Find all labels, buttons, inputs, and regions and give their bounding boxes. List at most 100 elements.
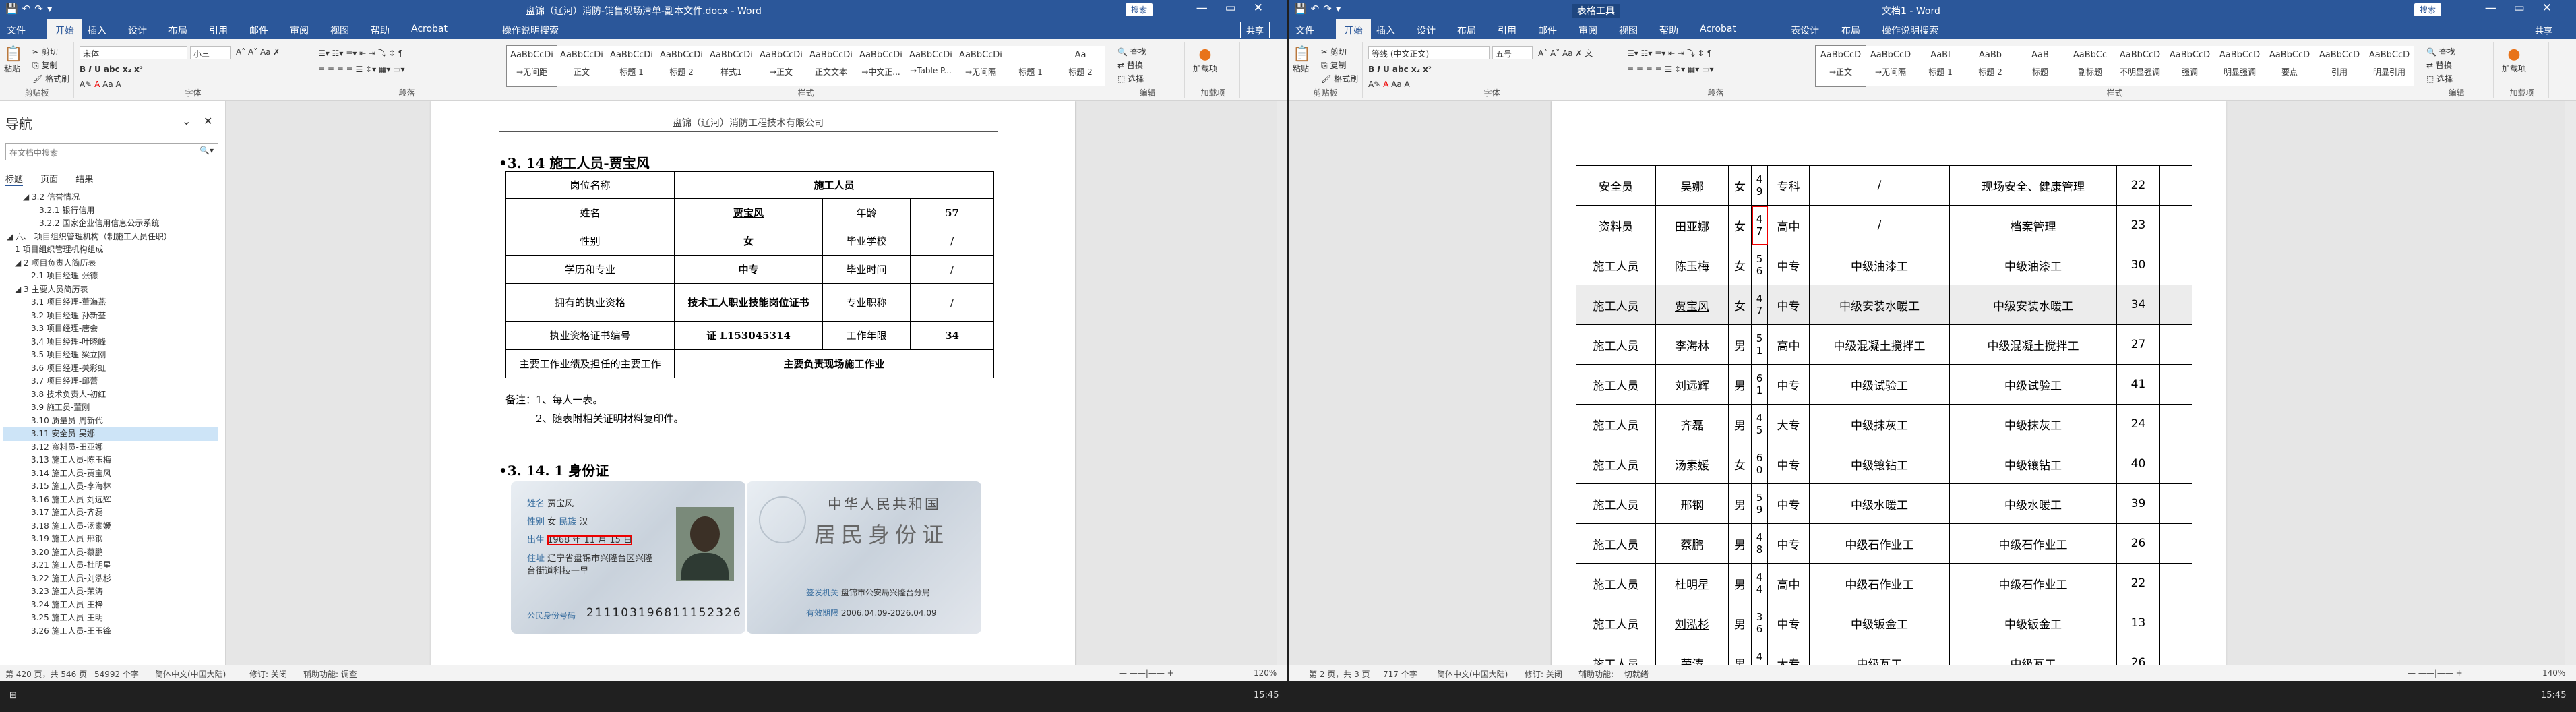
font-name-combo[interactable]: 宋体 bbox=[80, 46, 187, 59]
cell[interactable]: 拥有的执业资格 bbox=[505, 283, 675, 322]
table-cell[interactable]: 施工人员 bbox=[1576, 643, 1656, 665]
nav-heading-item[interactable]: 3.10 质量员-周新代 bbox=[3, 415, 218, 428]
paste-button[interactable]: 📋 粘贴 bbox=[1293, 46, 1311, 74]
table-cell[interactable] bbox=[2159, 205, 2192, 245]
nav-heading-item[interactable]: 1 项目组织管理机构组成 bbox=[3, 243, 218, 257]
search-button[interactable]: 搜索 bbox=[2414, 3, 2442, 16]
menu-tab[interactable]: 视图 bbox=[330, 24, 349, 37]
table-cell[interactable]: 36 bbox=[1751, 603, 1768, 643]
menu-tab[interactable]: 邮件 bbox=[249, 24, 268, 37]
table-cell[interactable]: 中专 bbox=[1767, 285, 1810, 325]
table-cell[interactable] bbox=[2159, 245, 2192, 285]
table-cell[interactable] bbox=[2159, 523, 2192, 564]
cell[interactable]: 证 L153045314 bbox=[674, 321, 823, 350]
table-cell[interactable]: 男 bbox=[1728, 404, 1752, 444]
table-cell[interactable]: 女 bbox=[1728, 165, 1752, 206]
style-gallery-item[interactable]: AaBbCcDi →无间隔 bbox=[956, 46, 1006, 86]
addin-button[interactable]: ● 加载项 bbox=[1193, 46, 1217, 74]
nav-heading-item[interactable]: 3.4 项目经理-叶晓峰 bbox=[3, 336, 218, 349]
menu-tab[interactable]: 引用 bbox=[209, 24, 228, 37]
table-cell[interactable]: 中级水暖工 bbox=[1809, 483, 1950, 524]
nav-heading-item[interactable]: 3.17 施工人员-齐磊 bbox=[3, 506, 218, 520]
table-cell[interactable]: 女 bbox=[1728, 245, 1752, 285]
style-gallery-item[interactable]: AaBbCcDi 标题 1 bbox=[607, 46, 656, 86]
list-buttons[interactable]: ☰▾ ☷▾ ≡▾ ⇤ ⇥ ⤵ ↕ ¶ bbox=[318, 47, 403, 59]
table-cell[interactable]: 男 bbox=[1728, 603, 1752, 643]
table-cell[interactable]: 22 bbox=[2116, 165, 2160, 206]
style-gallery-item[interactable]: AaBbCcDi 正文 bbox=[557, 46, 607, 86]
style-gallery-item[interactable]: AaBbCcD 明显引用 bbox=[2364, 46, 2414, 86]
table-cell[interactable]: 施工人员 bbox=[1576, 483, 1656, 524]
table-cell[interactable]: 大专 bbox=[1767, 404, 1810, 444]
word-count[interactable]: 717 个字 bbox=[1383, 668, 1417, 680]
vertical-scrollbar[interactable] bbox=[2565, 101, 2576, 665]
menu-tab[interactable]: 设计 bbox=[1417, 24, 1436, 37]
menu-tab[interactable]: 布局 bbox=[1841, 24, 1860, 37]
style-gallery-item[interactable]: AaBbCcDi →无间距 bbox=[506, 45, 557, 87]
taskbar-clock-right[interactable]: 15:45 bbox=[2541, 690, 2566, 701]
table-cell[interactable]: 女 bbox=[1728, 285, 1752, 325]
table-cell[interactable] bbox=[2159, 285, 2192, 325]
cell[interactable]: 性别 bbox=[505, 227, 675, 256]
table-cell[interactable]: 中级石作业工 bbox=[1949, 563, 2117, 603]
table-cell[interactable]: 专科 bbox=[1767, 165, 1810, 206]
table-cell[interactable]: 李海林 bbox=[1655, 324, 1729, 365]
font-size-combo[interactable]: 五号 bbox=[1492, 46, 1533, 59]
find-button[interactable]: 🔍 查找 bbox=[1117, 46, 1146, 57]
menu-tab[interactable]: 帮助 bbox=[371, 24, 390, 37]
menu-tab[interactable]: 布局 bbox=[168, 24, 187, 37]
table-cell[interactable]: 22 bbox=[2116, 563, 2160, 603]
menu-tab[interactable]: 审阅 bbox=[1578, 24, 1597, 37]
zoom-level[interactable]: 140% bbox=[2542, 668, 2565, 678]
table-cell[interactable]: 47 bbox=[1751, 205, 1768, 245]
style-gallery-item[interactable]: AaBbCcD →正文 bbox=[1815, 45, 1866, 87]
table-cell[interactable]: 59 bbox=[1751, 483, 1768, 524]
table-cell[interactable] bbox=[2159, 165, 2192, 206]
cell[interactable]: 女 bbox=[674, 227, 823, 256]
table-cell[interactable] bbox=[2159, 324, 2192, 365]
table-cell[interactable]: 39 bbox=[2116, 483, 2160, 524]
menu-tab[interactable]: 开始 bbox=[1336, 19, 1371, 39]
cell[interactable]: 执业资格证书编号 bbox=[505, 321, 675, 350]
cell[interactable]: 毕业学校 bbox=[822, 227, 911, 256]
table-cell[interactable]: 刘泓杉 bbox=[1655, 603, 1729, 643]
table-cell[interactable] bbox=[2159, 643, 2192, 665]
table-cell[interactable]: 施工人员 bbox=[1576, 324, 1656, 365]
table-cell[interactable]: 中专 bbox=[1767, 523, 1810, 564]
table-cell[interactable]: 男 bbox=[1728, 563, 1752, 603]
table-cell[interactable]: 中专 bbox=[1767, 483, 1810, 524]
table-cell[interactable]: 中级瓦工 bbox=[1809, 643, 1950, 665]
table-cell[interactable]: 56 bbox=[1751, 245, 1768, 285]
table-cell[interactable]: 中级试验工 bbox=[1809, 364, 1950, 405]
nav-heading-item[interactable]: 2.1 项目经理-张德 bbox=[3, 270, 218, 283]
nav-search-input[interactable]: 在文档中搜索 bbox=[5, 143, 218, 160]
replace-button[interactable]: ⇄ 替换 bbox=[1117, 59, 1143, 71]
table-cell[interactable]: 34 bbox=[2116, 285, 2160, 325]
menu-tab[interactable]: 引用 bbox=[1498, 24, 1516, 37]
table-cell[interactable]: 高中 bbox=[1767, 563, 1810, 603]
table-cell[interactable]: 男 bbox=[1728, 643, 1752, 665]
table-cell[interactable]: 27 bbox=[2116, 324, 2160, 365]
menu-tab[interactable]: 布局 bbox=[1457, 24, 1476, 37]
nav-heading-item[interactable]: 3.20 施工人员-蔡鹏 bbox=[3, 546, 218, 560]
table-cell[interactable]: 41 bbox=[2116, 364, 2160, 405]
table-cell[interactable]: 邢钢 bbox=[1655, 483, 1729, 524]
table-cell[interactable]: 30 bbox=[2116, 245, 2160, 285]
nav-heading-item[interactable]: 3.8 技术负责人-初红 bbox=[3, 388, 218, 402]
table-cell[interactable]: 47 bbox=[1751, 285, 1768, 325]
cell[interactable]: 57 bbox=[910, 198, 994, 227]
style-gallery-item[interactable]: — 标题 1 bbox=[1006, 46, 1055, 86]
style-gallery-item[interactable]: AaBbCcD →无间隔 bbox=[1866, 46, 1915, 86]
style-gallery-item[interactable]: AaBl 标题 1 bbox=[1915, 46, 1965, 86]
table-cell[interactable]: 61 bbox=[1751, 364, 1768, 405]
track-changes[interactable]: 修订: 关闭 bbox=[249, 668, 287, 680]
table-cell[interactable]: 男 bbox=[1728, 364, 1752, 405]
table-cell[interactable]: 中级钣金工 bbox=[1809, 603, 1950, 643]
nav-heading-item[interactable]: 3.2.2 国家企业信用信息公示系统 bbox=[3, 217, 218, 231]
align-buttons[interactable]: ≡ ≡ ≡ ≡ ☰ ↕▾ ▦▾ ▭▾ bbox=[1627, 65, 1713, 74]
table-cell[interactable]: / bbox=[1809, 165, 1950, 206]
table-cell[interactable]: 施工人员 bbox=[1576, 404, 1656, 444]
nav-heading-item[interactable]: 3.19 施工人员-邢钢 bbox=[3, 533, 218, 546]
cell[interactable]: 主要工作业绩及担任的主要工作 bbox=[505, 349, 675, 378]
table-cell[interactable]: 中级油漆工 bbox=[1949, 245, 2117, 285]
